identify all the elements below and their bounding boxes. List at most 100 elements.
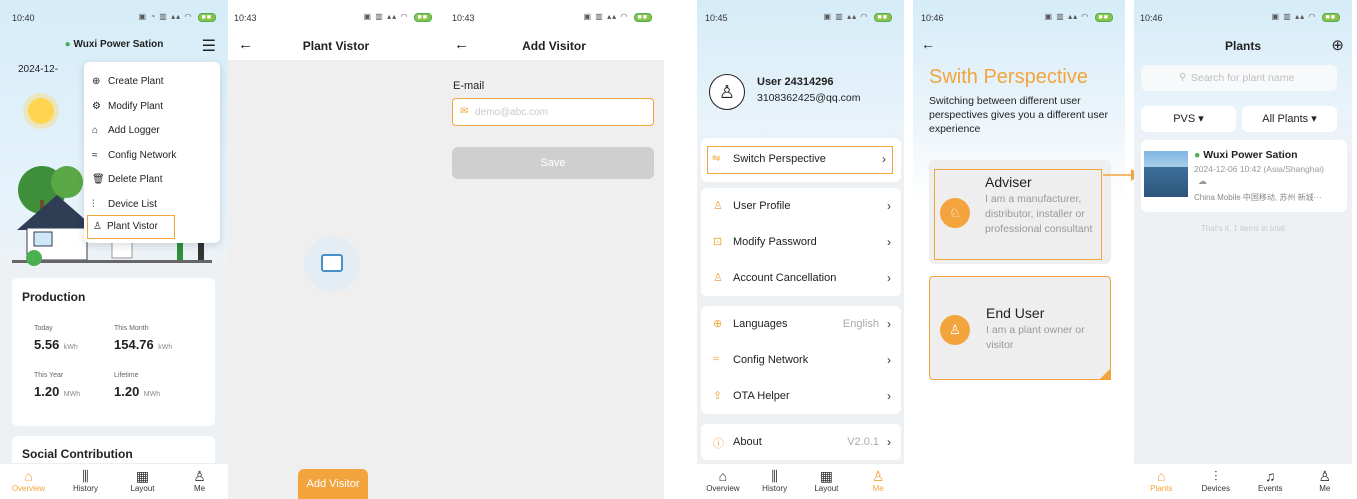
menu-item-create-plant[interactable]: ⊕ Create Plant	[92, 70, 176, 95]
menu-switch-perspective[interactable]: ⇋ Switch Perspective ›	[707, 146, 893, 174]
filter-type-select[interactable]: PVS ▾	[1141, 106, 1236, 132]
today-unit: kWh	[63, 344, 78, 351]
menu-modify-password[interactable]: ⊡ Modify Password ›	[701, 224, 901, 260]
email-field[interactable]: ✉ demo@abc.com	[452, 98, 654, 126]
plant-visitor-header: ← Plant Vistor	[228, 34, 444, 58]
device-icon: ⫶	[1214, 468, 1218, 484]
screen-me: 10:45 ▣ ▥ ▴▴ ◠ ■■ ♙ User 24314296 310836…	[697, 0, 904, 499]
menu-config-network[interactable]: ≈ Config Network ›	[701, 342, 901, 378]
caret-down-icon: ▾	[1308, 113, 1317, 125]
menu-item-delete-plant[interactable]: 🗑 Delete Plant	[92, 168, 176, 193]
status-bar: 10:46 ▣ ▥ ▴▴ ◠ ■■	[913, 0, 1125, 34]
person-icon: ♙	[193, 468, 206, 484]
nav-layout[interactable]: ▦ Layout	[801, 464, 853, 499]
menu-languages[interactable]: ⊕ Languages English ›	[701, 306, 901, 342]
overview-header: ● Wuxi Power Sation ☰	[0, 34, 228, 58]
version-value: V2.0.1	[847, 436, 879, 448]
selected-check-icon	[1099, 368, 1111, 380]
end-user-option[interactable]: ♙ End User I am a plant owner or visitor	[929, 276, 1111, 380]
nav-plants[interactable]: ⌂ Plants	[1134, 464, 1189, 499]
lifetime-value: 1.20	[114, 384, 140, 399]
bottom-nav: ⌂ Overview ⫼ History ▦ Layout ♙ Me	[0, 463, 228, 499]
add-plant-icon[interactable]: ⊕	[1331, 36, 1344, 54]
month-value: 154.76	[114, 337, 154, 352]
user-name: User 24314296	[757, 76, 834, 88]
avatar[interactable]: ♙	[709, 74, 745, 110]
month-unit: kWh	[158, 344, 173, 351]
menu-ota-helper[interactable]: ⇪ OTA Helper ›	[701, 378, 901, 414]
nav-me[interactable]: ♙ Me	[1298, 464, 1353, 499]
menu-item-plant-visitor[interactable]: ♙ Plant Vistor	[87, 215, 175, 239]
menu-item-device-list[interactable]: ⫶ Device List	[92, 193, 176, 218]
filter-plants-select[interactable]: All Plants ▾	[1242, 106, 1337, 132]
screen-add-visitor: 10:43 ▣ ▥ ▴▴ ◠ ■■ ← Add Visitor E-mail ✉…	[444, 0, 664, 499]
nav-history[interactable]: ⫼ History	[57, 464, 114, 499]
menu-item-config-network[interactable]: ≈ Config Network	[92, 144, 176, 169]
nav-events[interactable]: ♫ Events	[1243, 464, 1298, 499]
device-list-icon: ⫶	[92, 198, 95, 210]
visitor-icon: ♙	[93, 221, 102, 232]
nav-me[interactable]: ♙ Me	[171, 464, 228, 499]
nav-me[interactable]: ♙ Me	[852, 464, 904, 499]
nav-history[interactable]: ⫼ History	[749, 464, 801, 499]
menu-item-add-logger[interactable]: ⌂ Add Logger	[92, 119, 176, 144]
save-button[interactable]: Save	[452, 147, 654, 179]
weather-icon: ☁	[1198, 176, 1207, 186]
adviser-title: Adviser	[985, 174, 1032, 190]
user-icon: ♙	[713, 200, 723, 212]
bell-icon: ♫	[1265, 468, 1276, 484]
person-icon: ♙	[1318, 468, 1332, 484]
nav-overview[interactable]: ⌂ Overview	[697, 464, 749, 499]
plant-name: Wuxi Power Sation	[1203, 149, 1298, 161]
menu-account-cancellation[interactable]: ♙ Account Cancellation ›	[701, 260, 901, 296]
screen-plants: 10:46 ▣ ▥ ▴▴ ◠ ■■ Plants ⊕ ⚲ Search for …	[1134, 0, 1352, 499]
wifi-icon: ≈	[713, 353, 720, 365]
add-visitor-button[interactable]: Add Visitor	[298, 469, 368, 499]
lock-icon: ⊡	[713, 236, 723, 248]
home-icon: ⌂	[1157, 468, 1166, 484]
status-icons: ▣ ▥ ▴▴ ◠ ■■	[1045, 12, 1113, 22]
person-icon: ♙	[871, 468, 885, 484]
search-input[interactable]: ⚲ Search for plant name	[1141, 65, 1337, 91]
nav-layout[interactable]: ▦ Layout	[114, 464, 171, 499]
page-title: Add Visitor	[522, 39, 586, 53]
lifetime-unit: MWh	[143, 391, 161, 398]
hamburger-menu-icon[interactable]: ☰	[202, 36, 216, 56]
today-label: Today	[34, 325, 53, 332]
nav-devices[interactable]: ⫶ Devices	[1189, 464, 1244, 499]
status-time: 10:46	[921, 13, 944, 23]
adviser-icon: ♘	[940, 198, 970, 228]
chevron-right-icon: ›	[887, 271, 891, 285]
production-card: Production Today 5.56 kWh This Month 154…	[12, 278, 215, 426]
menu-item-modify-plant[interactable]: ⚙ Modify Plant	[92, 95, 176, 120]
chevron-right-icon: ›	[882, 152, 886, 166]
status-time: 10:43	[452, 13, 475, 23]
menu-user-profile[interactable]: ♙ User Profile ›	[701, 188, 901, 224]
plant-card[interactable]: ● Wuxi Power Sation 2024-12-06 10:42 (As…	[1141, 140, 1347, 212]
total-count: That’s it, 1 items in total	[1201, 224, 1285, 233]
online-dot-icon: ●	[1194, 149, 1201, 161]
lifetime-label: Lifetime	[114, 372, 139, 379]
today-value: 5.56	[34, 337, 60, 352]
status-bar: 10:45 ▣ ▥ ▴▴ ◠ ■■	[697, 0, 904, 34]
online-dot-icon: ●	[64, 39, 71, 50]
status-time: 10:43	[234, 13, 257, 23]
year-label: This Year	[34, 372, 64, 379]
user-email: 3108362425@qq.com	[757, 92, 861, 104]
email-placeholder: demo@abc.com	[475, 107, 548, 118]
adviser-option[interactable]: ♘ Adviser I am a manufacturer, distribut…	[929, 160, 1111, 264]
chevron-right-icon: ›	[887, 435, 891, 449]
social-title: Social Contribution	[22, 447, 133, 461]
screen-plant-visitor: 10:43 ▣ ▥ ▴▴ ◠ ■■ ← Plant Vistor Add Vis…	[228, 0, 444, 499]
status-time: 10:45	[705, 13, 728, 23]
plant-name: Wuxi Power Sation	[73, 39, 164, 50]
search-icon: ⚲	[1179, 72, 1187, 83]
layout-icon: ▦	[819, 468, 833, 484]
menu-about[interactable]: ⓘ About V2.0.1 ›	[701, 424, 901, 460]
nav-overview[interactable]: ⌂ Overview	[0, 464, 57, 499]
end-user-title: End User	[986, 305, 1045, 321]
plants-header: Plants ⊕	[1134, 34, 1352, 58]
plant-location: China Mobile 中国移动, 苏州 新城···	[1194, 193, 1322, 202]
screen-switch-perspective: 10:46 ▣ ▥ ▴▴ ◠ ■■ ← Swith Perspective Sw…	[913, 0, 1125, 499]
back-arrow-icon[interactable]: ←	[921, 36, 935, 52]
